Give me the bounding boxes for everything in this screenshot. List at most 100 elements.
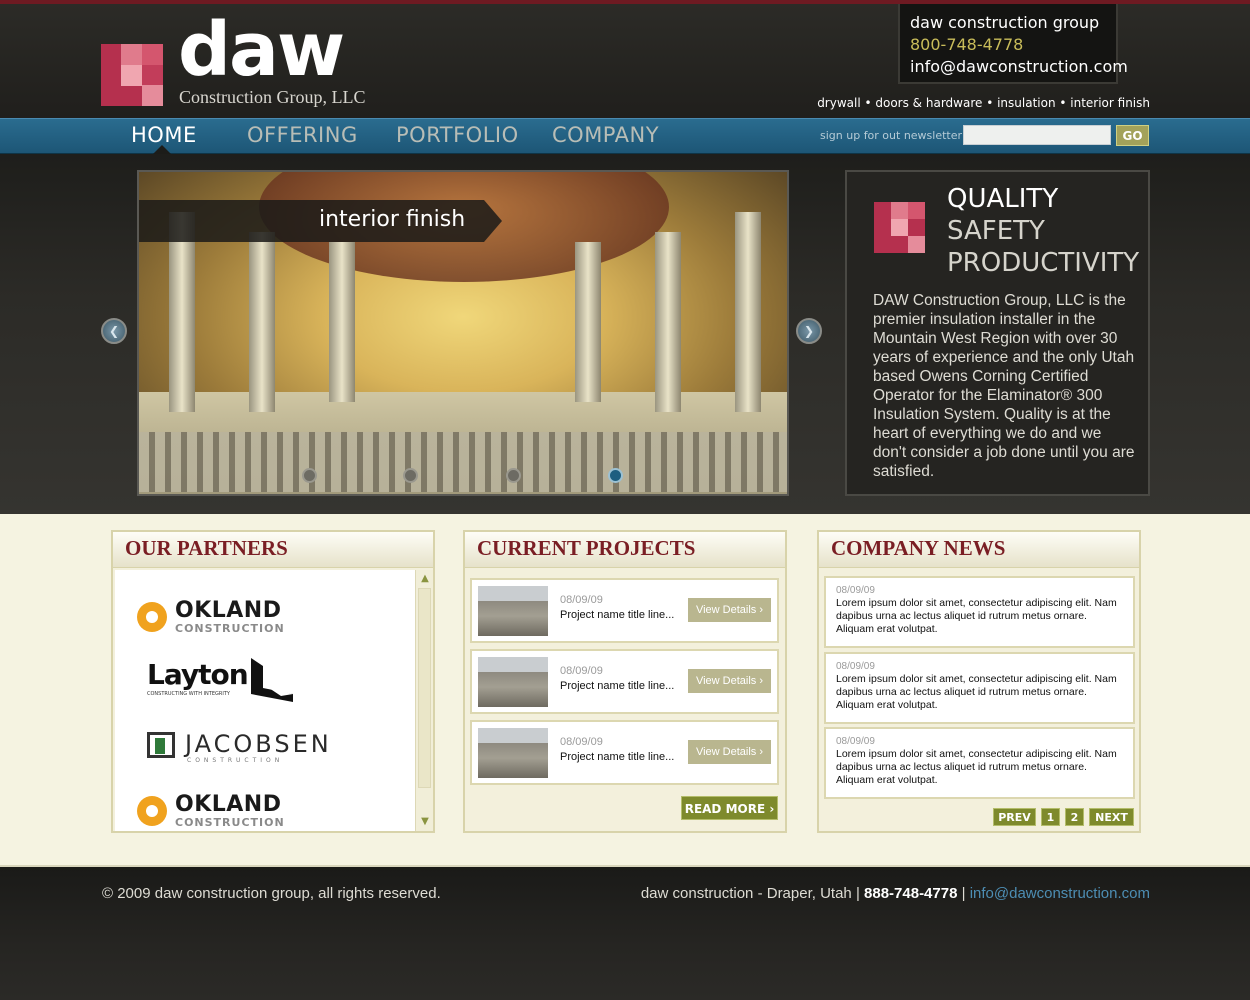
- newsletter-email-input[interactable]: [963, 125, 1111, 145]
- news-item[interactable]: 08/09/09 Lorem ipsum dolor sit amet, con…: [824, 576, 1135, 648]
- partners-panel: OUR PARTNERS OKLAND CONSTRUCTION Layton …: [111, 530, 435, 833]
- nav-item-company[interactable]: COMPANY: [552, 123, 659, 147]
- pager-page-2[interactable]: 2: [1065, 808, 1084, 826]
- project-item: 08/09/09 Project name title line... View…: [470, 578, 779, 643]
- slider-next-arrow-icon[interactable]: ❯: [796, 318, 822, 344]
- nav-item-home[interactable]: HOME: [131, 123, 197, 147]
- partner-sub: CONSTRUCTION: [175, 622, 285, 635]
- projects-panel: CURRENT PROJECTS 08/09/09 Project name t…: [463, 530, 787, 833]
- footer-email-link[interactable]: info@dawconstruction.com: [970, 885, 1150, 902]
- quality-logo-icon: [874, 202, 925, 253]
- footer-separator: |: [961, 885, 966, 902]
- project-name[interactable]: Project name title line...: [560, 609, 674, 621]
- project-name[interactable]: Project name title line...: [560, 751, 674, 763]
- project-date: 08/09/09: [560, 594, 603, 606]
- site-header: daw Construction Group, LLC daw construc…: [0, 0, 1250, 118]
- content-section: OUR PARTNERS OKLAND CONSTRUCTION Layton …: [0, 514, 1250, 865]
- jacobsen-mark-icon: [147, 732, 175, 758]
- slider-dot-2[interactable]: [403, 468, 418, 483]
- partner-logo-jacobsen[interactable]: JACOBSEN CONSTRUCTION: [147, 730, 347, 764]
- project-thumbnail[interactable]: [478, 657, 548, 707]
- project-thumbnail[interactable]: [478, 586, 548, 636]
- quality-box: QUALITY SAFETY PRODUCTIVITY DAW Construc…: [845, 170, 1150, 496]
- project-item: 08/09/09 Project name title line... View…: [470, 720, 779, 785]
- footer-phone[interactable]: 888-748-4778: [864, 885, 957, 902]
- partner-name: OKLAND: [175, 792, 282, 817]
- productivity-heading: PRODUCTIVITY: [947, 248, 1140, 278]
- main-nav: HOME OFFERING PORTFOLIO COMPANY sign up …: [0, 118, 1250, 154]
- news-date: 08/09/09: [836, 736, 875, 747]
- news-date: 08/09/09: [836, 585, 875, 596]
- project-thumbnail[interactable]: [478, 728, 548, 778]
- slide-column: [655, 232, 681, 412]
- partner-sub: CONSTRUCTING WITH INTEGRITY: [147, 691, 230, 697]
- pager-prev-button[interactable]: PREV: [993, 808, 1036, 826]
- nav-item-offering[interactable]: OFFERING: [247, 123, 358, 147]
- brand-name[interactable]: daw: [178, 10, 345, 90]
- footer-location: daw construction - Draper, Utah |: [640, 885, 860, 902]
- contact-box: daw construction group 800-748-4778 info…: [898, 4, 1128, 84]
- news-text: Lorem ipsum dolor sit amet, consectetur …: [836, 748, 1117, 786]
- news-item[interactable]: 08/09/09 Lorem ipsum dolor sit amet, con…: [824, 727, 1135, 799]
- nav-item-portfolio[interactable]: PORTFOLIO: [396, 123, 519, 147]
- project-date: 08/09/09: [560, 736, 603, 748]
- contact-company: daw construction group: [910, 13, 1100, 32]
- slider-dot-3[interactable]: [506, 468, 521, 483]
- partners-list: OKLAND CONSTRUCTION Layton CONSTRUCTING …: [115, 570, 415, 831]
- scrollbar-thumb[interactable]: [418, 588, 431, 788]
- slide-column: [249, 232, 275, 412]
- partner-logo-layton[interactable]: Layton CONSTRUCTING WITH INTEGRITY: [147, 658, 293, 702]
- project-date: 08/09/09: [560, 665, 603, 677]
- pager-next-button[interactable]: NEXT: [1089, 808, 1134, 826]
- contact-email[interactable]: info@dawconstruction.com: [910, 56, 1128, 78]
- news-date: 08/09/09: [836, 661, 875, 672]
- slider-dot-4[interactable]: [608, 468, 623, 483]
- partner-name: Layton: [147, 658, 249, 691]
- quality-description: DAW Construction Group, LLC is the premi…: [873, 292, 1135, 480]
- project-name[interactable]: Project name title line...: [560, 680, 674, 692]
- scroll-up-icon[interactable]: ▲: [418, 572, 432, 586]
- services-list: drywall • doors & hardware • insulation …: [817, 96, 1150, 110]
- news-panel: COMPANY NEWS 08/09/09 Lorem ipsum dolor …: [817, 530, 1141, 833]
- footer-contact: daw construction - Draper, Utah | 888-74…: [641, 885, 1150, 902]
- partners-title: OUR PARTNERS: [113, 532, 433, 568]
- view-details-button[interactable]: View Details ›: [688, 740, 771, 764]
- partners-scrollbar[interactable]: ▲ ▼: [415, 570, 433, 831]
- news-item[interactable]: 08/09/09 Lorem ipsum dolor sit amet, con…: [824, 652, 1135, 724]
- slider-dot-1[interactable]: [302, 468, 317, 483]
- daw-logo-icon[interactable]: [101, 44, 163, 106]
- pager-page-1[interactable]: 1: [1041, 808, 1060, 826]
- read-more-button[interactable]: READ MORE ›: [681, 796, 778, 820]
- quality-heading: QUALITY: [947, 184, 1059, 214]
- newsletter-go-button[interactable]: GO: [1116, 125, 1149, 146]
- slider-prev-arrow-icon[interactable]: ❮: [101, 318, 127, 344]
- site-footer: © 2009 daw construction group, all right…: [0, 865, 1250, 1000]
- partner-sub: CONSTRUCTION: [175, 816, 285, 829]
- news-title: COMPANY NEWS: [819, 532, 1139, 568]
- slide-caption: interior finish: [319, 207, 466, 232]
- newsletter-label: sign up for out newsletter: [820, 129, 963, 142]
- partner-name: JACOBSEN: [185, 730, 332, 758]
- scroll-down-icon[interactable]: ▼: [418, 815, 432, 829]
- contact-phone[interactable]: 800-748-4778: [910, 34, 1116, 56]
- safety-heading: SAFETY: [947, 216, 1045, 246]
- hero-slide-image: interior finish: [137, 170, 789, 496]
- slide-column: [735, 212, 761, 412]
- partner-sub: CONSTRUCTION: [187, 757, 284, 764]
- view-details-button[interactable]: View Details ›: [688, 598, 771, 622]
- slide-caption-box: interior finish: [139, 200, 502, 242]
- projects-title: CURRENT PROJECTS: [465, 532, 785, 568]
- project-item: 08/09/09 Project name title line... View…: [470, 649, 779, 714]
- hero-section: ❮ interior finish ❯ QUALITY SAFETY PRODU…: [0, 154, 1250, 514]
- active-nav-indicator-icon: [153, 145, 171, 154]
- slide-column: [575, 242, 601, 402]
- slide-column: [329, 242, 355, 402]
- news-text: Lorem ipsum dolor sit amet, consectetur …: [836, 673, 1117, 711]
- view-details-button[interactable]: View Details ›: [688, 669, 771, 693]
- brand-subtitle: Construction Group, LLC: [179, 87, 366, 107]
- slide-column: [169, 212, 195, 412]
- news-text: Lorem ipsum dolor sit amet, consectetur …: [836, 597, 1117, 635]
- slide-balustrade-shape: [139, 432, 787, 492]
- layton-mark-icon: [251, 658, 293, 702]
- okland-mark-icon: [137, 602, 167, 632]
